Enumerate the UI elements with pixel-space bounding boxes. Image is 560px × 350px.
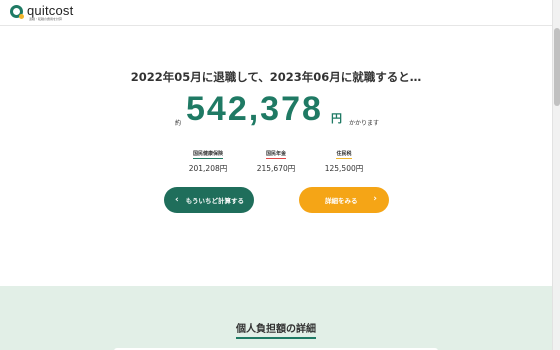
- chevron-right-icon: ›: [373, 194, 377, 204]
- breakdown-value: 125,500円: [324, 164, 364, 173]
- logo-tagline: 退職・転職の費用を計算: [29, 17, 63, 21]
- result-headline: 2022年05月に退職して、2023年06月に就職すると…: [130, 70, 422, 84]
- amount-suffix: かかります: [349, 120, 380, 127]
- scrollbar[interactable]: [552, 0, 560, 350]
- breakdown-label: 国民健康保険: [192, 151, 223, 159]
- breakdown-resident-tax: 住民税 125,500円: [314, 140, 374, 174]
- amount-prefix: 約: [175, 120, 182, 127]
- scrollbar-thumb[interactable]: [554, 28, 560, 106]
- breakdown-value: 215,670円: [256, 164, 296, 173]
- view-details-button-label: 詳細をみる: [325, 197, 358, 205]
- breakdown-label: 住民税: [336, 151, 352, 159]
- amount-unit: 円: [331, 112, 342, 125]
- breakdown-pension: 国民年金 215,670円: [246, 140, 306, 174]
- recalculate-button[interactable]: ‹ もういちど計算する: [164, 187, 254, 213]
- breakdown-label: 国民年金: [265, 151, 286, 159]
- logo-name: quitcost: [27, 3, 74, 18]
- view-details-button[interactable]: 詳細をみる ›: [299, 187, 389, 213]
- result-amount-row: 約 542,378 円 かかります: [0, 90, 552, 130]
- section-title-text: 個人負担額の詳細: [236, 320, 316, 339]
- detail-section: 個人負担額の詳細: [0, 286, 552, 350]
- recalculate-button-label: もういちど計算する: [185, 197, 245, 205]
- chevron-left-icon: ‹: [175, 195, 179, 205]
- logo-icon: [10, 5, 24, 19]
- breakdown-value: 201,208円: [188, 164, 228, 173]
- section-title: 個人負担額の詳細: [0, 320, 552, 339]
- total-amount: 542,378: [186, 90, 323, 128]
- logo[interactable]: quitcost 退職・転職の費用を計算: [10, 4, 73, 21]
- breakdown-health-insurance: 国民健康保険 201,208円: [178, 140, 238, 174]
- site-header: quitcost 退職・転職の費用を計算: [0, 0, 552, 26]
